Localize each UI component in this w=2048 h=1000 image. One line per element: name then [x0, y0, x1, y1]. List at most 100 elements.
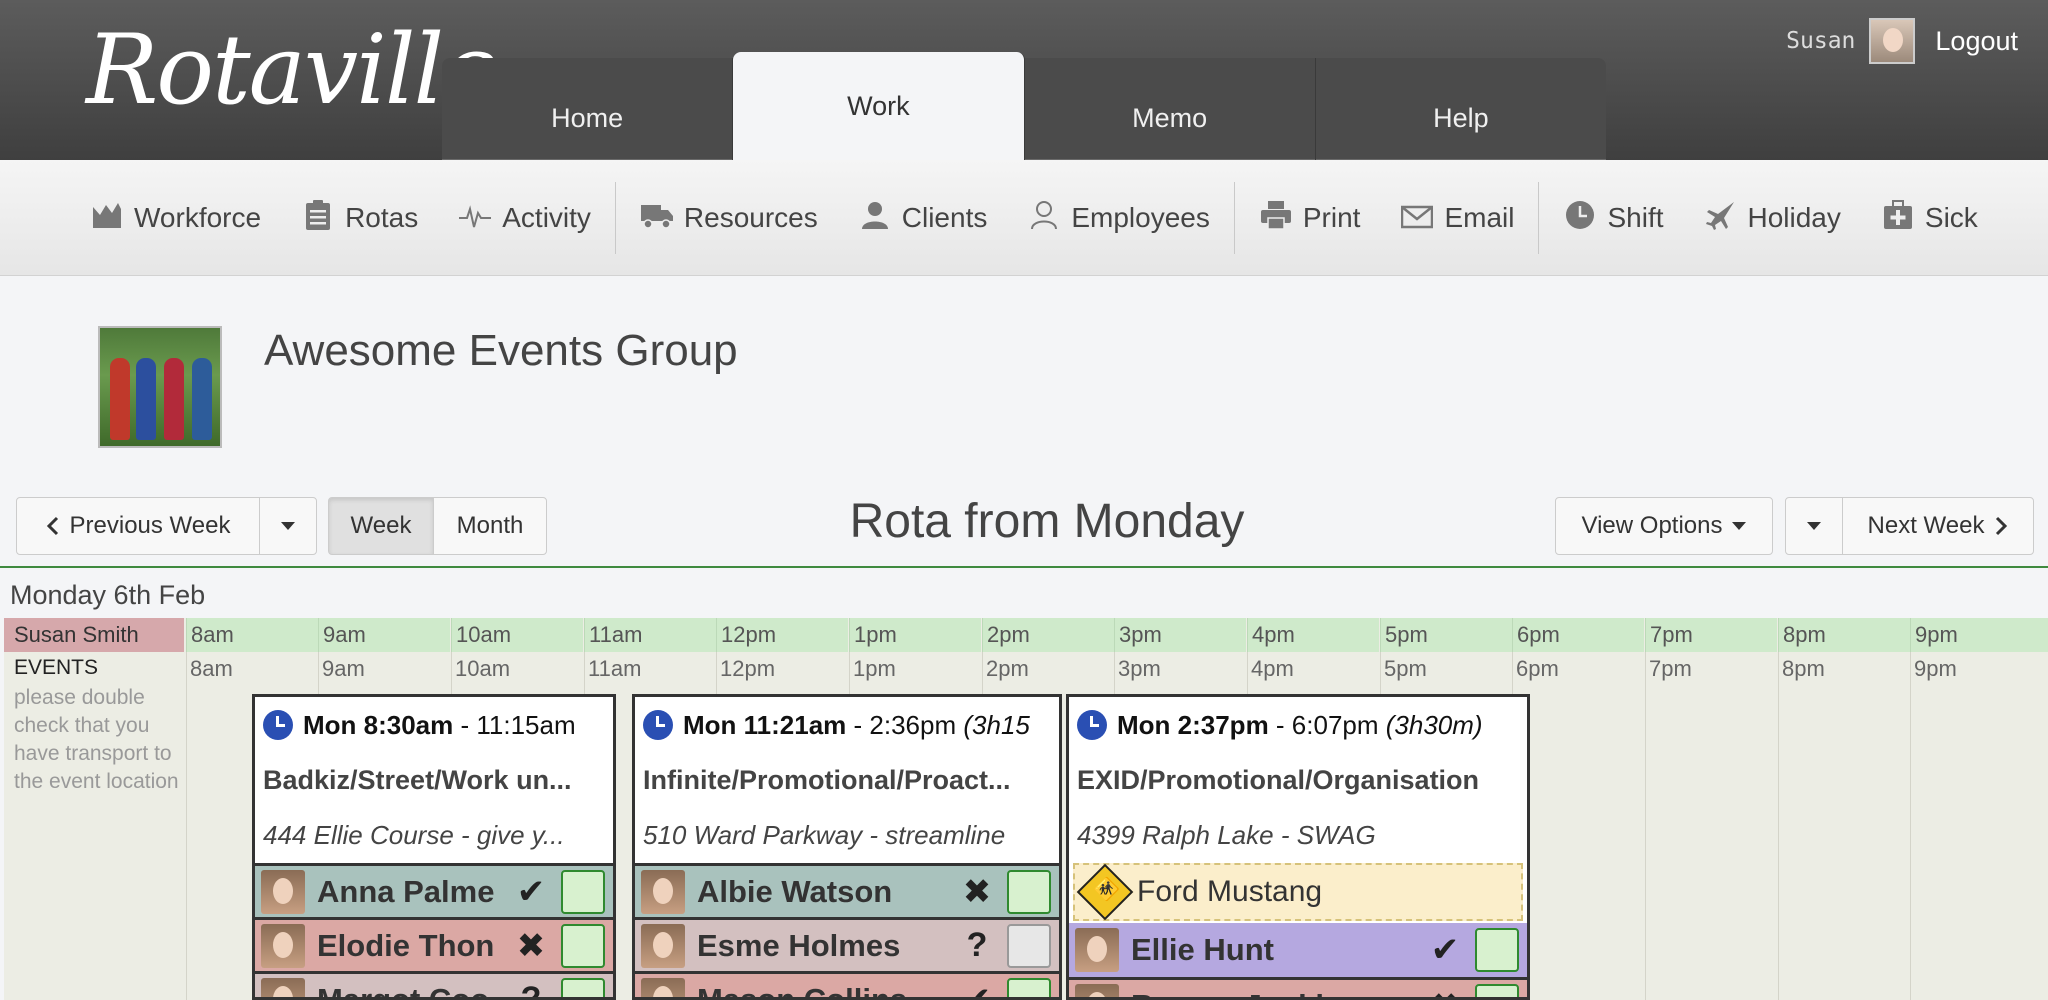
next-week-dropdown[interactable]	[1785, 497, 1843, 555]
shift-time: Mon 11:21am - 2:36pm (3h15	[635, 697, 1059, 753]
hour-label: 12pm	[720, 656, 776, 681]
staff-name: Esme Holmes	[697, 927, 901, 963]
pulse-icon	[458, 202, 492, 234]
hour-header: 5pm	[1380, 618, 1512, 652]
confirm-checkbox[interactable]	[561, 869, 605, 914]
hour-header: 10am	[451, 618, 583, 652]
avatar	[641, 869, 685, 914]
avatar	[1075, 928, 1119, 972]
shift-card[interactable]: Mon 2:37pm - 6:07pm (3h30m) EXID/Promoti…	[1066, 694, 1530, 1000]
caret-down-icon	[1732, 522, 1747, 530]
chevron-right-icon	[1996, 516, 2008, 536]
shift-button[interactable]: Shift	[1543, 183, 1683, 253]
shift-start: Mon 2:37pm	[1117, 709, 1269, 740]
staff-name: Anna Palme	[317, 873, 495, 909]
previous-week-dropdown[interactable]	[259, 497, 317, 555]
avatar	[641, 923, 685, 968]
tab-home[interactable]: Home	[442, 58, 734, 160]
print-label: Print	[1302, 201, 1361, 233]
cross-icon: ✖	[1425, 986, 1465, 998]
view-options-dropdown[interactable]: View Options	[1555, 497, 1773, 555]
staff-row[interactable]: Ramon Jenkins ✖	[1069, 977, 1527, 998]
clock-icon	[263, 710, 293, 740]
hour-header: 8am	[186, 618, 318, 652]
confirm-checkbox[interactable]	[1007, 977, 1051, 997]
resources-button[interactable]: Resources	[620, 183, 838, 253]
shift-start: Mon 8:30am	[303, 709, 454, 740]
staff-row[interactable]: Mason Collins ✔	[635, 971, 1059, 997]
hour-header: 3pm	[1114, 618, 1246, 652]
tab-memo[interactable]: Memo	[1025, 58, 1316, 160]
employees-button[interactable]: Employees	[1007, 183, 1230, 253]
hour-label: 8am	[190, 656, 233, 681]
toolbar-divider	[1233, 181, 1235, 254]
confirm-checkbox[interactable]	[1007, 869, 1051, 914]
confirm-checkbox[interactable]	[561, 977, 605, 997]
main-nav-tabs: Home Work Memo Help	[442, 52, 1606, 160]
hour-label: 9pm	[1914, 656, 1957, 681]
week-view-button[interactable]: Week	[328, 497, 434, 555]
clients-button[interactable]: Clients	[838, 183, 1008, 253]
envelope-icon	[1400, 202, 1434, 234]
confirm-checkbox[interactable]	[561, 923, 605, 968]
toolbar: Workforce Rotas Activity Resources Clien…	[0, 160, 2048, 276]
confirm-checkbox[interactable]	[1475, 928, 1519, 972]
hour-gridline	[1910, 652, 1911, 1000]
clock-icon	[643, 710, 673, 740]
next-week-label: Next Week	[1867, 512, 1985, 539]
rotas-button[interactable]: Rotas	[281, 183, 438, 253]
staff-row[interactable]: Elodie Thon ✖	[255, 917, 613, 971]
staff-row[interactable]: Albie Watson ✖	[635, 863, 1059, 917]
staff-row[interactable]: Margot Coo ?	[255, 971, 613, 997]
avatar[interactable]	[1869, 18, 1916, 64]
staff-row[interactable]: Esme Holmes ?	[635, 917, 1059, 971]
day-label: Monday 6th Feb	[10, 580, 206, 610]
events-title: EVENTS	[14, 656, 99, 679]
previous-week-button[interactable]: Previous Week	[16, 497, 260, 555]
top-header: Rotaville Home Work Memo Help Susan Logo…	[0, 0, 2048, 160]
workforce-label: Workforce	[134, 201, 262, 233]
hour-header: 8pm	[1778, 618, 1910, 652]
shift-title: Badkiz/Street/Work un...	[263, 764, 572, 795]
shift-duration: (3h30m)	[1385, 709, 1483, 740]
employee-name-cell[interactable]: Susan Smith	[4, 618, 184, 652]
print-button[interactable]: Print	[1239, 183, 1381, 253]
company-photo	[98, 326, 222, 448]
hour-gridline	[1645, 652, 1646, 1000]
logout-link[interactable]: Logout	[1935, 26, 2018, 57]
hour-header: 6pm	[1512, 618, 1644, 652]
month-view-button[interactable]: Month	[433, 497, 547, 555]
tab-help[interactable]: Help	[1316, 58, 1606, 160]
company-name: Awesome Events Group	[264, 326, 738, 375]
sick-button[interactable]: Sick	[1861, 183, 1998, 253]
clients-label: Clients	[901, 201, 988, 233]
hour-label: 7pm	[1649, 656, 1692, 681]
hour-header: 4pm	[1247, 618, 1379, 652]
caret-down-icon	[1807, 522, 1821, 530]
workforce-button[interactable]: Workforce	[70, 183, 281, 253]
week-label: Week	[350, 512, 412, 539]
shift-start: Mon 11:21am	[683, 709, 847, 740]
staff-row[interactable]: Anna Palme ✔	[255, 863, 613, 917]
chevron-left-icon	[46, 516, 58, 536]
tab-work[interactable]: Work	[733, 52, 1025, 160]
email-button[interactable]: Email	[1380, 183, 1534, 253]
hour-header: 2pm	[982, 618, 1114, 652]
hour-gridline	[186, 652, 187, 1000]
holiday-button[interactable]: Holiday	[1684, 183, 1861, 253]
month-label: Month	[456, 512, 524, 539]
next-week-button[interactable]: Next Week	[1842, 497, 2034, 555]
staff-row[interactable]: Ellie Hunt ✔	[1069, 923, 1527, 977]
shift-title: Infinite/Promotional/Proact...	[643, 764, 1011, 795]
check-icon: ✔	[1430, 931, 1460, 969]
shift-card[interactable]: Mon 8:30am - 11:15am Badkiz/Street/Work …	[252, 694, 616, 1000]
hour-header: 9pm	[1910, 618, 2048, 652]
activity-button[interactable]: Activity	[438, 183, 611, 253]
resource-item[interactable]: Ford Mustang	[1073, 863, 1523, 921]
hour-label: 11am	[588, 656, 642, 681]
divider	[0, 566, 2048, 568]
confirm-checkbox[interactable]	[1007, 923, 1051, 968]
app-logo[interactable]: Rotaville	[86, 22, 499, 118]
shift-card[interactable]: Mon 11:21am - 2:36pm (3h15 Infinite/Prom…	[632, 694, 1062, 1000]
confirm-checkbox[interactable]	[1475, 983, 1519, 997]
